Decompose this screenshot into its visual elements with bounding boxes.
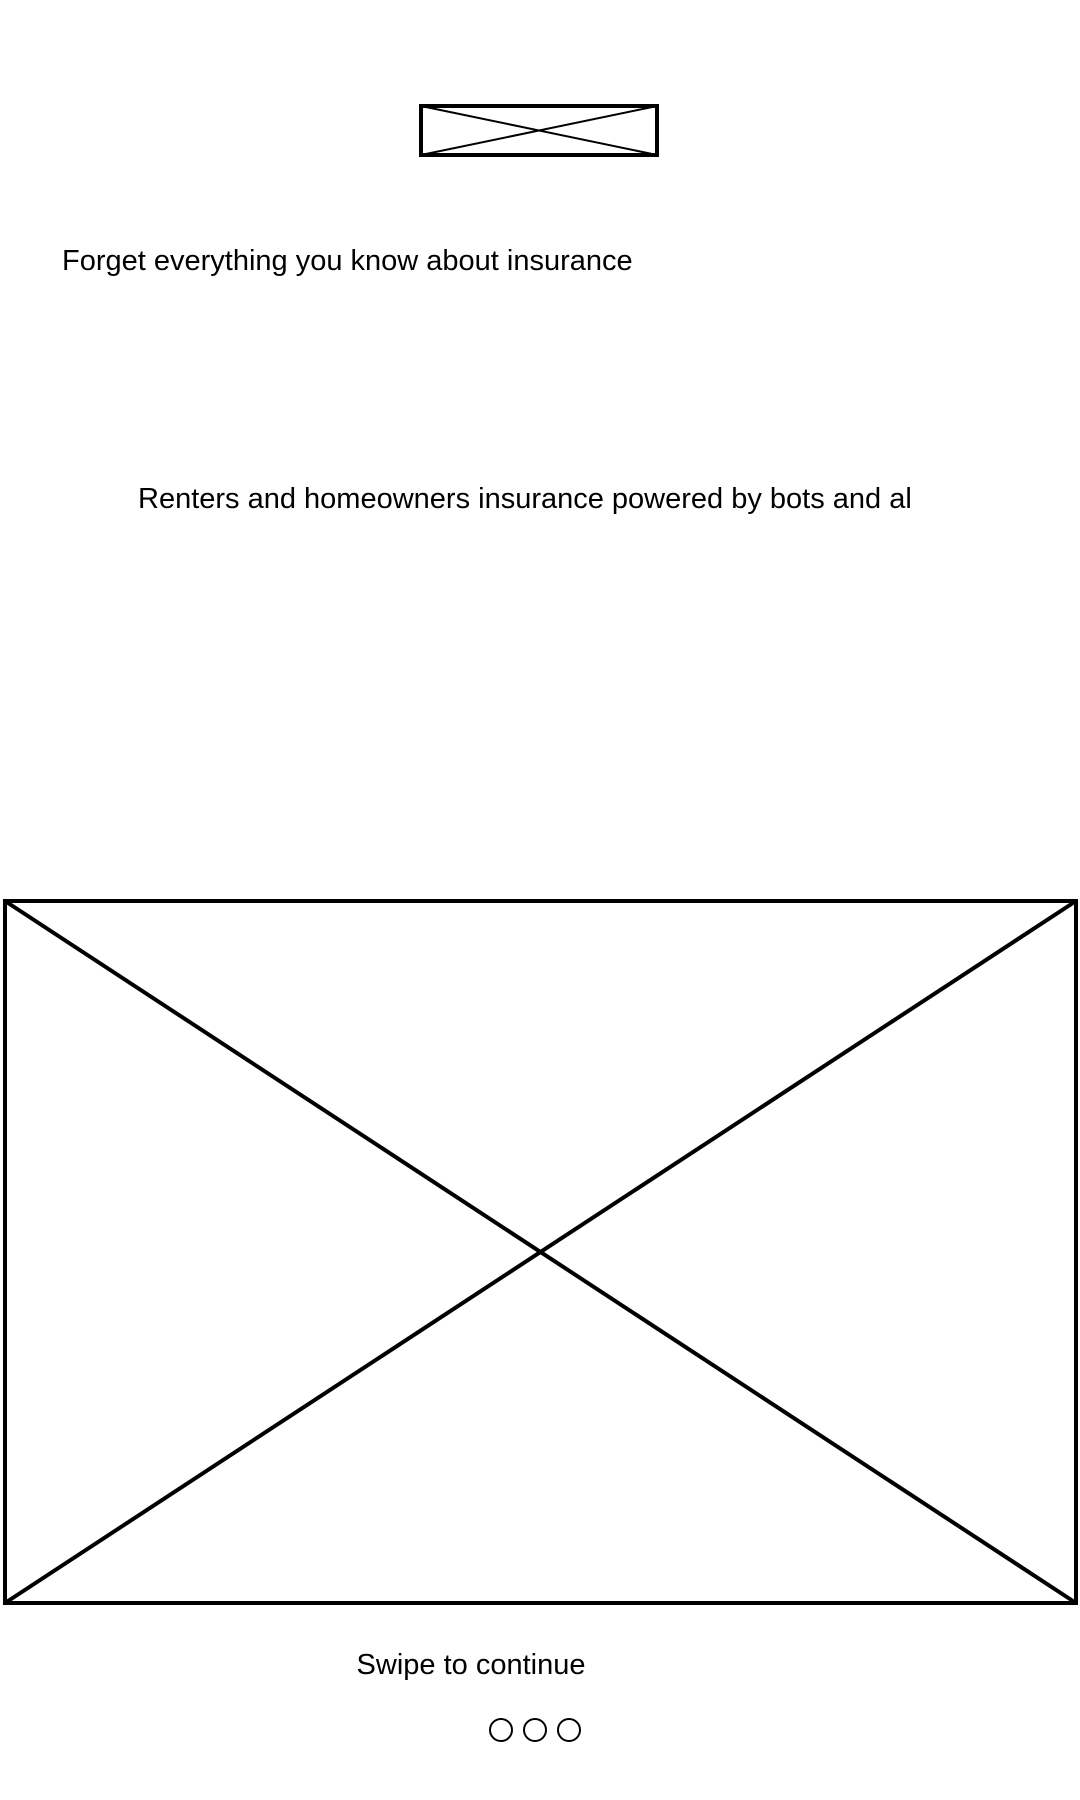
page-dot[interactable]	[523, 1718, 547, 1742]
hero-image-placeholder[interactable]	[3, 899, 1078, 1605]
page-dot[interactable]	[489, 1718, 513, 1742]
swipe-hint: Swipe to continue	[356, 1649, 586, 1681]
page-dot[interactable]	[557, 1718, 581, 1742]
headline: Forget everything you know about insuran…	[62, 245, 633, 277]
page-indicator[interactable]	[489, 1718, 581, 1744]
logo-image-placeholder	[419, 104, 659, 157]
subheadline: Renters and homeowners insurance powered…	[138, 483, 912, 515]
